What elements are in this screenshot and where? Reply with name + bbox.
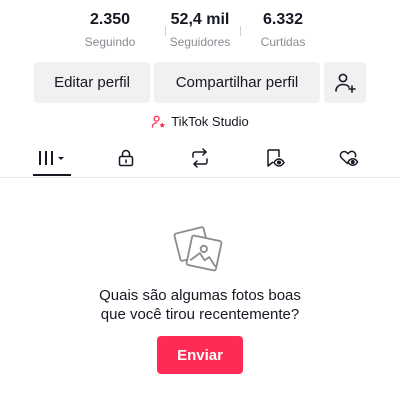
- tab-liked[interactable]: [324, 140, 374, 176]
- bookmark-eye-icon: [267, 149, 285, 167]
- stat-followers[interactable]: 52,4 mil Seguidores: [160, 10, 240, 51]
- grid-columns-icon: [39, 151, 64, 165]
- empty-state-message: Quais são algumas fotos boas que você ti…: [0, 286, 400, 324]
- tiktok-studio-link[interactable]: TikTok Studio: [0, 111, 400, 131]
- share-profile-label: Compartilhar perfil: [175, 74, 299, 91]
- tab-private[interactable]: [101, 140, 151, 176]
- profile-tabs: [0, 140, 400, 178]
- followers-label: Seguidores: [169, 35, 231, 49]
- lock-icon: [118, 149, 134, 167]
- add-person-icon: [335, 73, 356, 93]
- person-star-icon: [151, 115, 166, 128]
- stat-divider: [240, 26, 241, 36]
- tab-favorites[interactable]: [250, 140, 300, 176]
- stat-likes[interactable]: 6.332 Curtidas: [243, 10, 323, 51]
- tabs-divider: [0, 177, 400, 178]
- tab-videos[interactable]: [27, 140, 77, 176]
- add-friend-button[interactable]: [324, 62, 366, 103]
- edit-profile-label: Editar perfil: [54, 74, 130, 91]
- heart-eye-icon: [339, 150, 359, 166]
- following-count: 2.350: [89, 11, 131, 28]
- photos-icon: [173, 226, 223, 272]
- empty-state-line-2: que você tirou recentemente?: [100, 306, 300, 323]
- send-button-label: Enviar: [177, 346, 223, 364]
- tab-reposts[interactable]: [175, 140, 225, 176]
- active-tab-indicator: [33, 174, 71, 176]
- send-button[interactable]: Enviar: [157, 336, 243, 374]
- profile-stats: 2.350 Seguindo 52,4 mil Seguidores 6.332…: [70, 10, 332, 52]
- followers-count: 52,4 mil: [170, 11, 230, 28]
- likes-label: Curtidas: [260, 35, 306, 49]
- edit-profile-button[interactable]: Editar perfil: [34, 62, 150, 103]
- tiktok-studio-label: TikTok Studio: [171, 113, 249, 129]
- likes-count: 6.332: [262, 11, 304, 28]
- empty-state-line-1: Quais são algumas fotos boas: [99, 287, 301, 304]
- repost-icon: [192, 148, 208, 168]
- share-profile-button[interactable]: Compartilhar perfil: [154, 62, 320, 103]
- stat-following[interactable]: 2.350 Seguindo: [70, 10, 150, 51]
- following-label: Seguindo: [84, 35, 136, 49]
